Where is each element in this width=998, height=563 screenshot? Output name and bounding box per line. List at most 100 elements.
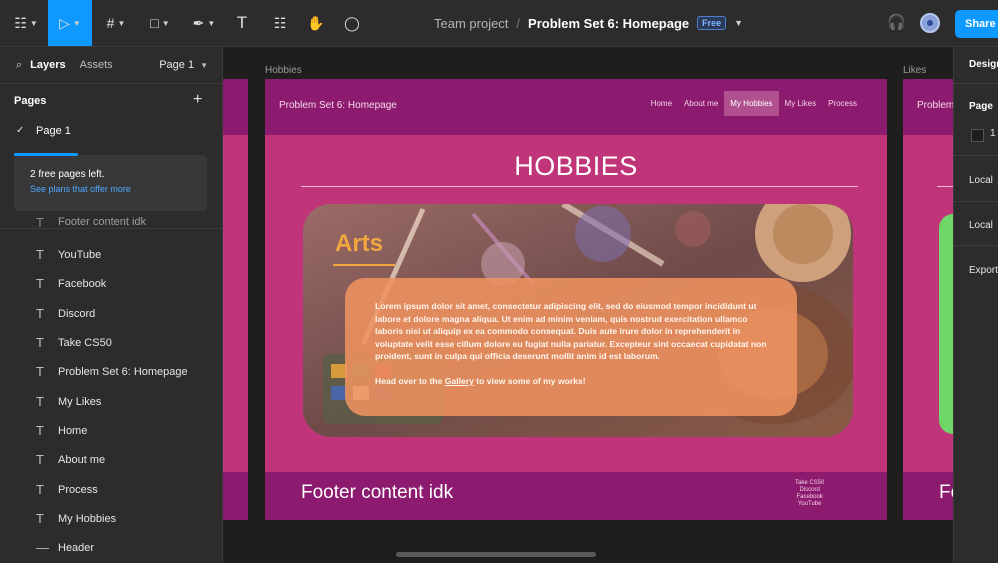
layer-label: Problem Set 6: Homepage (58, 365, 188, 378)
text-tool-icon[interactable]: T (228, 0, 256, 46)
text-layer-icon: T (36, 247, 44, 262)
search-icon[interactable]: ⌕ (16, 59, 22, 72)
arts-heading: Arts (335, 230, 384, 257)
divider (954, 201, 998, 202)
page-section-title: Page (969, 101, 993, 112)
text-layer-icon: T (36, 511, 44, 526)
frame-label-right[interactable]: Likes (903, 65, 926, 76)
hero-paragraph: Lorem ipsum dolor sit amet, consectetur … (375, 301, 767, 362)
layer-item[interactable]: T YouTube (0, 240, 222, 269)
hero-cta: Head over to the Gallery to view some of… (375, 375, 767, 388)
local-variables[interactable]: Local (969, 175, 993, 186)
page-select[interactable]: Page 1 (159, 59, 194, 71)
text-layer-icon: T (36, 276, 44, 291)
footer-link-cs50[interactable]: Take CS50 (795, 480, 824, 487)
team-name[interactable]: Team project (434, 16, 508, 31)
frame-label[interactable]: Hobbies (265, 65, 302, 76)
divider (937, 186, 953, 187)
cta-after: to view some of my works! (476, 375, 586, 386)
divider (301, 186, 858, 187)
file-name[interactable]: Problem Set 6: Homepage (528, 16, 689, 31)
gallery-link[interactable]: Gallery (445, 376, 474, 386)
side-frame-nav (223, 79, 248, 135)
tab-assets[interactable]: Assets (80, 59, 113, 71)
layer-item[interactable]: T My Hobbies (0, 504, 222, 533)
side-frame-nav-title: Problem (917, 100, 953, 111)
text-layer-icon: T (36, 335, 44, 350)
text-layer-icon: T (36, 423, 44, 438)
nav-link-hobbies[interactable]: My Hobbies (724, 91, 779, 116)
layer-item[interactable]: T Discord (0, 299, 222, 328)
hobbies-frame[interactable]: Problem Set 6: Homepage Home About me My… (265, 79, 887, 520)
layer-item[interactable]: T My Likes (0, 387, 222, 416)
share-button[interactable]: Share (955, 10, 998, 38)
add-page-button[interactable]: + (193, 91, 202, 109)
notice-title: 2 free pages left. (30, 169, 105, 180)
layer-label: YouTube (58, 248, 102, 261)
hand-tool-icon[interactable]: ✋ (302, 0, 330, 46)
layer-label: Footer content idk (58, 216, 147, 228)
canvas[interactable]: Hobbies Likes Problem Set 6: Homepage Ho… (223, 47, 953, 563)
line-layer-icon: — (36, 540, 49, 555)
avatar[interactable] (920, 13, 940, 33)
comment-tool-icon[interactable]: ◯ (338, 0, 366, 46)
nav-link-likes[interactable]: My Likes (779, 91, 823, 116)
page-item-label: Page 1 (36, 125, 71, 137)
footer-link-youtube[interactable]: YouTube (795, 501, 824, 508)
side-frame-image (939, 214, 953, 434)
shape-tool-icon[interactable]: □ ▼ (140, 0, 180, 46)
horizontal-scrollbar[interactable] (396, 552, 596, 557)
tab-layers[interactable]: Layers (30, 59, 65, 71)
hero-textbox: Lorem ipsum dolor sit amet, consectetur … (345, 278, 797, 416)
page-color-value[interactable]: 1 (990, 128, 996, 139)
pen-tool-icon[interactable]: ✒ ▼ (184, 0, 224, 46)
main-menu-icon[interactable]: ☷ ▼ (6, 0, 46, 46)
side-frame-nav: Problem (903, 79, 953, 135)
site-nav-links: Home About me My Hobbies My Likes Proces… (645, 91, 863, 116)
move-tool-icon[interactable]: ▷ ▼ (48, 0, 92, 46)
resources-icon[interactable]: ☷ (266, 0, 294, 46)
export-section[interactable]: Export (969, 265, 998, 276)
layer-label: Home (58, 424, 88, 437)
layer-item[interactable]: T Problem Set 6: Homepage (0, 357, 222, 386)
chevron-down-icon[interactable]: ▼ (200, 61, 208, 70)
likes-frame[interactable]: Problem Fo (903, 79, 953, 520)
layer-item[interactable]: T Footer content idk (0, 215, 222, 229)
left-panel: ⌕ Layers Assets Page 1 ▼ Pages + ✓ Page … (0, 47, 223, 563)
pages-heading: Pages (14, 95, 47, 107)
tab-design[interactable]: Design (969, 59, 998, 70)
layer-item[interactable]: T Facebook (0, 269, 222, 298)
site-footer: Footer content idk Take CS50 Discord Fac… (265, 472, 887, 520)
arts-underline (333, 264, 395, 266)
local-styles[interactable]: Local (969, 220, 993, 231)
text-layer-icon: T (36, 215, 44, 229)
text-layer-icon: T (36, 482, 44, 497)
nav-link-about[interactable]: About me (678, 91, 724, 116)
layer-label: My Hobbies (58, 512, 117, 525)
page-item[interactable]: ✓ Page 1 (0, 125, 222, 143)
nav-link-home[interactable]: Home (645, 91, 678, 116)
chevron-down-icon[interactable]: ▼ (734, 18, 743, 28)
nav-link-process[interactable]: Process (822, 91, 863, 116)
divider (0, 83, 222, 84)
site-navbar: Problem Set 6: Homepage Home About me My… (265, 79, 887, 135)
color-swatch[interactable] (971, 129, 984, 142)
frame-tool-icon[interactable]: # ▼ (96, 0, 136, 46)
hero-image[interactable]: Arts Lorem ipsum dolor sit amet, consect… (303, 204, 853, 437)
layer-item[interactable]: T About me (0, 445, 222, 474)
see-plans-link[interactable]: See plans that offer more (30, 184, 131, 194)
text-layer-icon: T (36, 452, 44, 467)
divider (954, 83, 998, 84)
layer-item[interactable]: — Header (0, 533, 222, 562)
layer-item[interactable]: T Take CS50 (0, 328, 222, 357)
layer-item[interactable]: T Home (0, 416, 222, 445)
site-nav-title[interactable]: Problem Set 6: Homepage (279, 100, 397, 111)
layer-item[interactable]: T Process (0, 475, 222, 504)
side-frame-footer-text: Fo (939, 482, 953, 503)
layer-label: Facebook (58, 277, 107, 290)
side-frame-left[interactable] (223, 79, 248, 520)
headphones-icon[interactable]: 🎧 (887, 13, 906, 31)
footer-link-discord[interactable]: Discord (795, 487, 824, 494)
footer-link-facebook[interactable]: Facebook (795, 494, 824, 501)
layer-label: Header (58, 541, 95, 554)
